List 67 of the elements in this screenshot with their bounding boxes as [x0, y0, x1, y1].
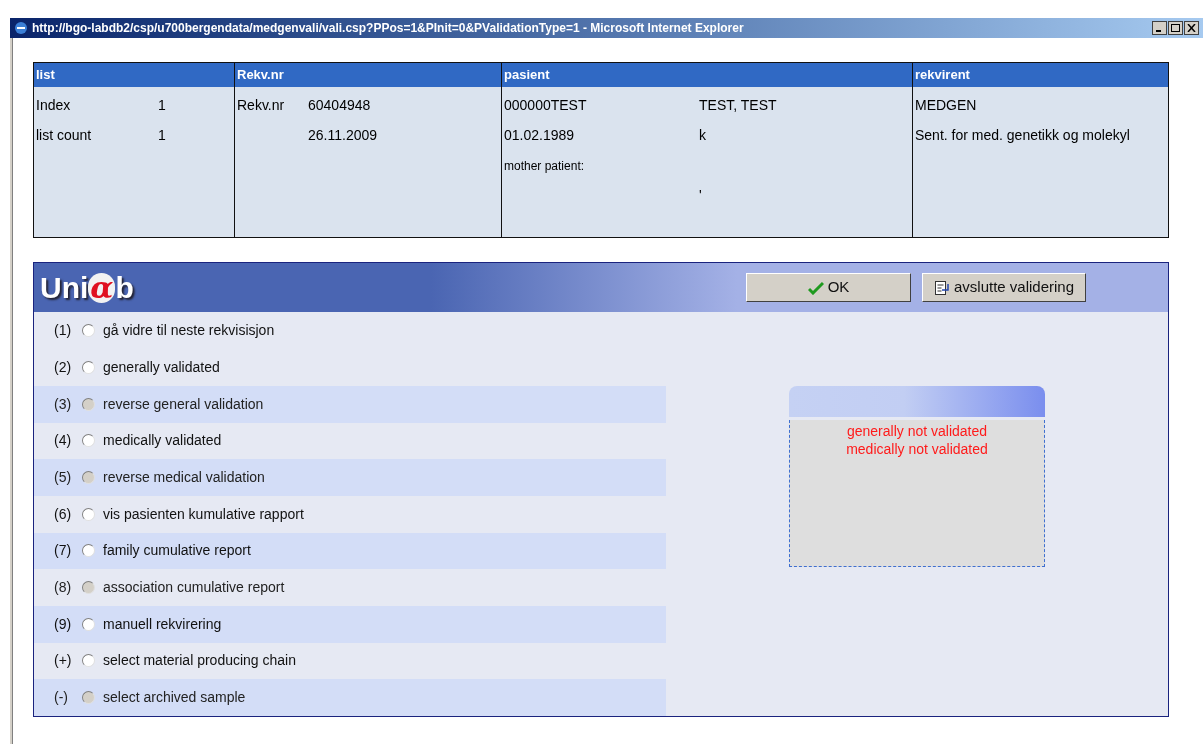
radio-button[interactable] [82, 324, 95, 338]
column-header: Rekv.nr [235, 63, 501, 87]
table-cell-text: TEST, TEST [699, 96, 777, 115]
radio-button[interactable] [82, 617, 95, 631]
option-row[interactable]: (2) generally validated [34, 349, 666, 386]
radio-button[interactable] [82, 434, 95, 448]
status-message: generally not validated [846, 422, 988, 441]
shortcut-key: (3) [54, 393, 74, 415]
column-header: rekvirent [913, 63, 1168, 87]
option-label: manuell rekvirering [103, 614, 222, 634]
status-message: medically not validated [846, 440, 988, 459]
logo: Uniαb [40, 272, 134, 303]
minimize-icon[interactable] [1152, 21, 1167, 35]
table-cell-text: 60404948 [308, 96, 371, 115]
shortcut-key: (1) [54, 320, 74, 342]
option-row[interactable]: (1) gå vidre til neste rekvisisjon [34, 312, 666, 350]
close-icon[interactable] [1184, 21, 1199, 35]
option-label: reverse medical validation [103, 468, 265, 488]
shortcut-key: (7) [54, 540, 74, 562]
option-row[interactable]: (7) family cumulative report [34, 532, 666, 570]
shortcut-key: (+) [54, 650, 74, 672]
option-label: association cumulative report [103, 578, 285, 598]
option-label: select archived sample [103, 688, 246, 708]
table-cell: 01.02.1989 [504, 127, 575, 143]
maximize-icon[interactable] [1168, 21, 1183, 35]
table-cell: Sent. for med. genetikk og molekyl [915, 127, 1130, 143]
shortcut-key: (4) [54, 430, 74, 452]
shortcut-key: (2) [54, 356, 74, 378]
option-label: medically validated [103, 431, 222, 451]
ok-button[interactable]: OK [746, 273, 911, 303]
option-label: reverse general validation [103, 394, 264, 414]
table-cell-text: 26.11.2009 [308, 126, 378, 145]
radio-button[interactable] [82, 544, 95, 558]
option-label: generally validated [103, 357, 220, 377]
table-cell-text: 1 [158, 96, 166, 115]
table-cell: mother patient: [504, 159, 585, 173]
option-label: select material producing chain [103, 651, 296, 671]
table-cell-text: ' [699, 186, 702, 205]
option-row[interactable]: (6) vis pasienten kumulative rapport [34, 495, 666, 533]
window-title: http://bgo-labdb2/csp/u700bergendata/medgenvali/vali.csp?PPos=1&PInit=0&PValidationType=1 - Microsoft Internet Explorer [32, 20, 745, 37]
option-label: gå vidre til neste rekvisisjon [103, 321, 275, 341]
browser-icon [14, 21, 28, 35]
column-header: list [34, 63, 234, 87]
table-cell: Index [36, 97, 71, 113]
option-label: family cumulative report [103, 541, 251, 561]
table-cell-text: k [699, 126, 706, 145]
option-row[interactable]: (4) medically validated [34, 422, 666, 460]
table-cell-text: 1 [158, 126, 166, 145]
shortcut-key: (8) [54, 577, 74, 599]
table-cell: MEDGEN [915, 97, 977, 113]
table-cell: Rekv.nr [237, 97, 285, 113]
option-row[interactable]: (+) select material producing chain [34, 642, 666, 680]
radio-button[interactable] [82, 654, 95, 668]
shortcut-key: (-) [54, 687, 74, 709]
option-row[interactable]: (9) manuell rekvirering [34, 605, 666, 643]
shortcut-key: (6) [54, 503, 74, 525]
column-header: pasient [502, 63, 912, 87]
shortcut-key: (9) [54, 613, 74, 635]
option-label: vis pasienten kumulative rapport [103, 504, 304, 524]
checkmark-icon [807, 280, 824, 295]
radio-button[interactable] [82, 507, 95, 521]
table-cell: 000000TEST [504, 97, 587, 113]
finish-validation-button[interactable]: avslutte validering [922, 273, 1086, 303]
document-icon [933, 279, 950, 296]
radio-button[interactable] [82, 360, 95, 374]
shortcut-key: (5) [54, 467, 74, 489]
table-cell: list count [36, 127, 92, 143]
